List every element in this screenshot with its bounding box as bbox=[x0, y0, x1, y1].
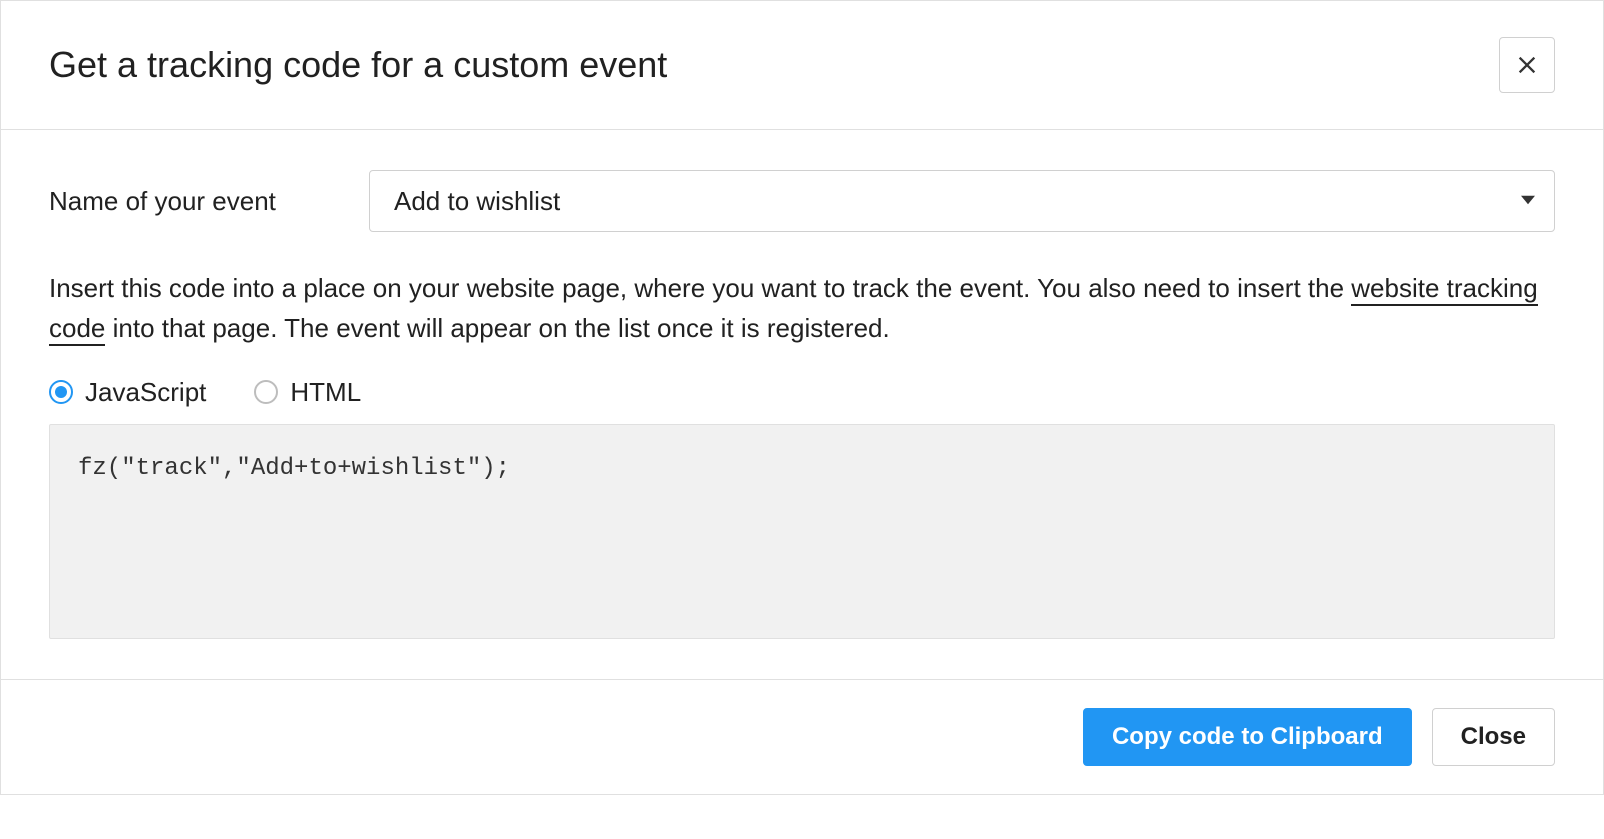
radio-dot-icon bbox=[55, 386, 67, 398]
instruction-pre: Insert this code into a place on your we… bbox=[49, 273, 1351, 303]
close-icon bbox=[1516, 54, 1538, 76]
radio-label-javascript: JavaScript bbox=[85, 377, 206, 408]
modal-body: Name of your event Add to wishlist Inser… bbox=[1, 130, 1603, 679]
copy-code-button[interactable]: Copy code to Clipboard bbox=[1083, 708, 1412, 766]
event-name-select-wrap: Add to wishlist bbox=[369, 170, 1555, 232]
instruction-post: into that page. The event will appear on… bbox=[105, 313, 889, 343]
code-type-radio-group: JavaScript HTML bbox=[49, 377, 1555, 408]
radio-label-html: HTML bbox=[290, 377, 361, 408]
radio-option-html[interactable]: HTML bbox=[254, 377, 361, 408]
tracking-code-modal: Get a tracking code for a custom event N… bbox=[0, 0, 1604, 795]
close-button[interactable]: Close bbox=[1432, 708, 1555, 766]
modal-title: Get a tracking code for a custom event bbox=[49, 44, 667, 86]
event-name-select[interactable]: Add to wishlist bbox=[369, 170, 1555, 232]
event-name-label: Name of your event bbox=[49, 186, 329, 217]
close-icon-button[interactable] bbox=[1499, 37, 1555, 93]
code-snippet-box[interactable]: fz("track","Add+to+wishlist"); bbox=[49, 424, 1555, 639]
radio-icon bbox=[49, 380, 73, 404]
radio-option-javascript[interactable]: JavaScript bbox=[49, 377, 206, 408]
radio-icon bbox=[254, 380, 278, 404]
modal-header: Get a tracking code for a custom event bbox=[1, 1, 1603, 130]
instruction-text: Insert this code into a place on your we… bbox=[49, 268, 1555, 349]
event-name-row: Name of your event Add to wishlist bbox=[49, 170, 1555, 232]
modal-footer: Copy code to Clipboard Close bbox=[1, 679, 1603, 794]
